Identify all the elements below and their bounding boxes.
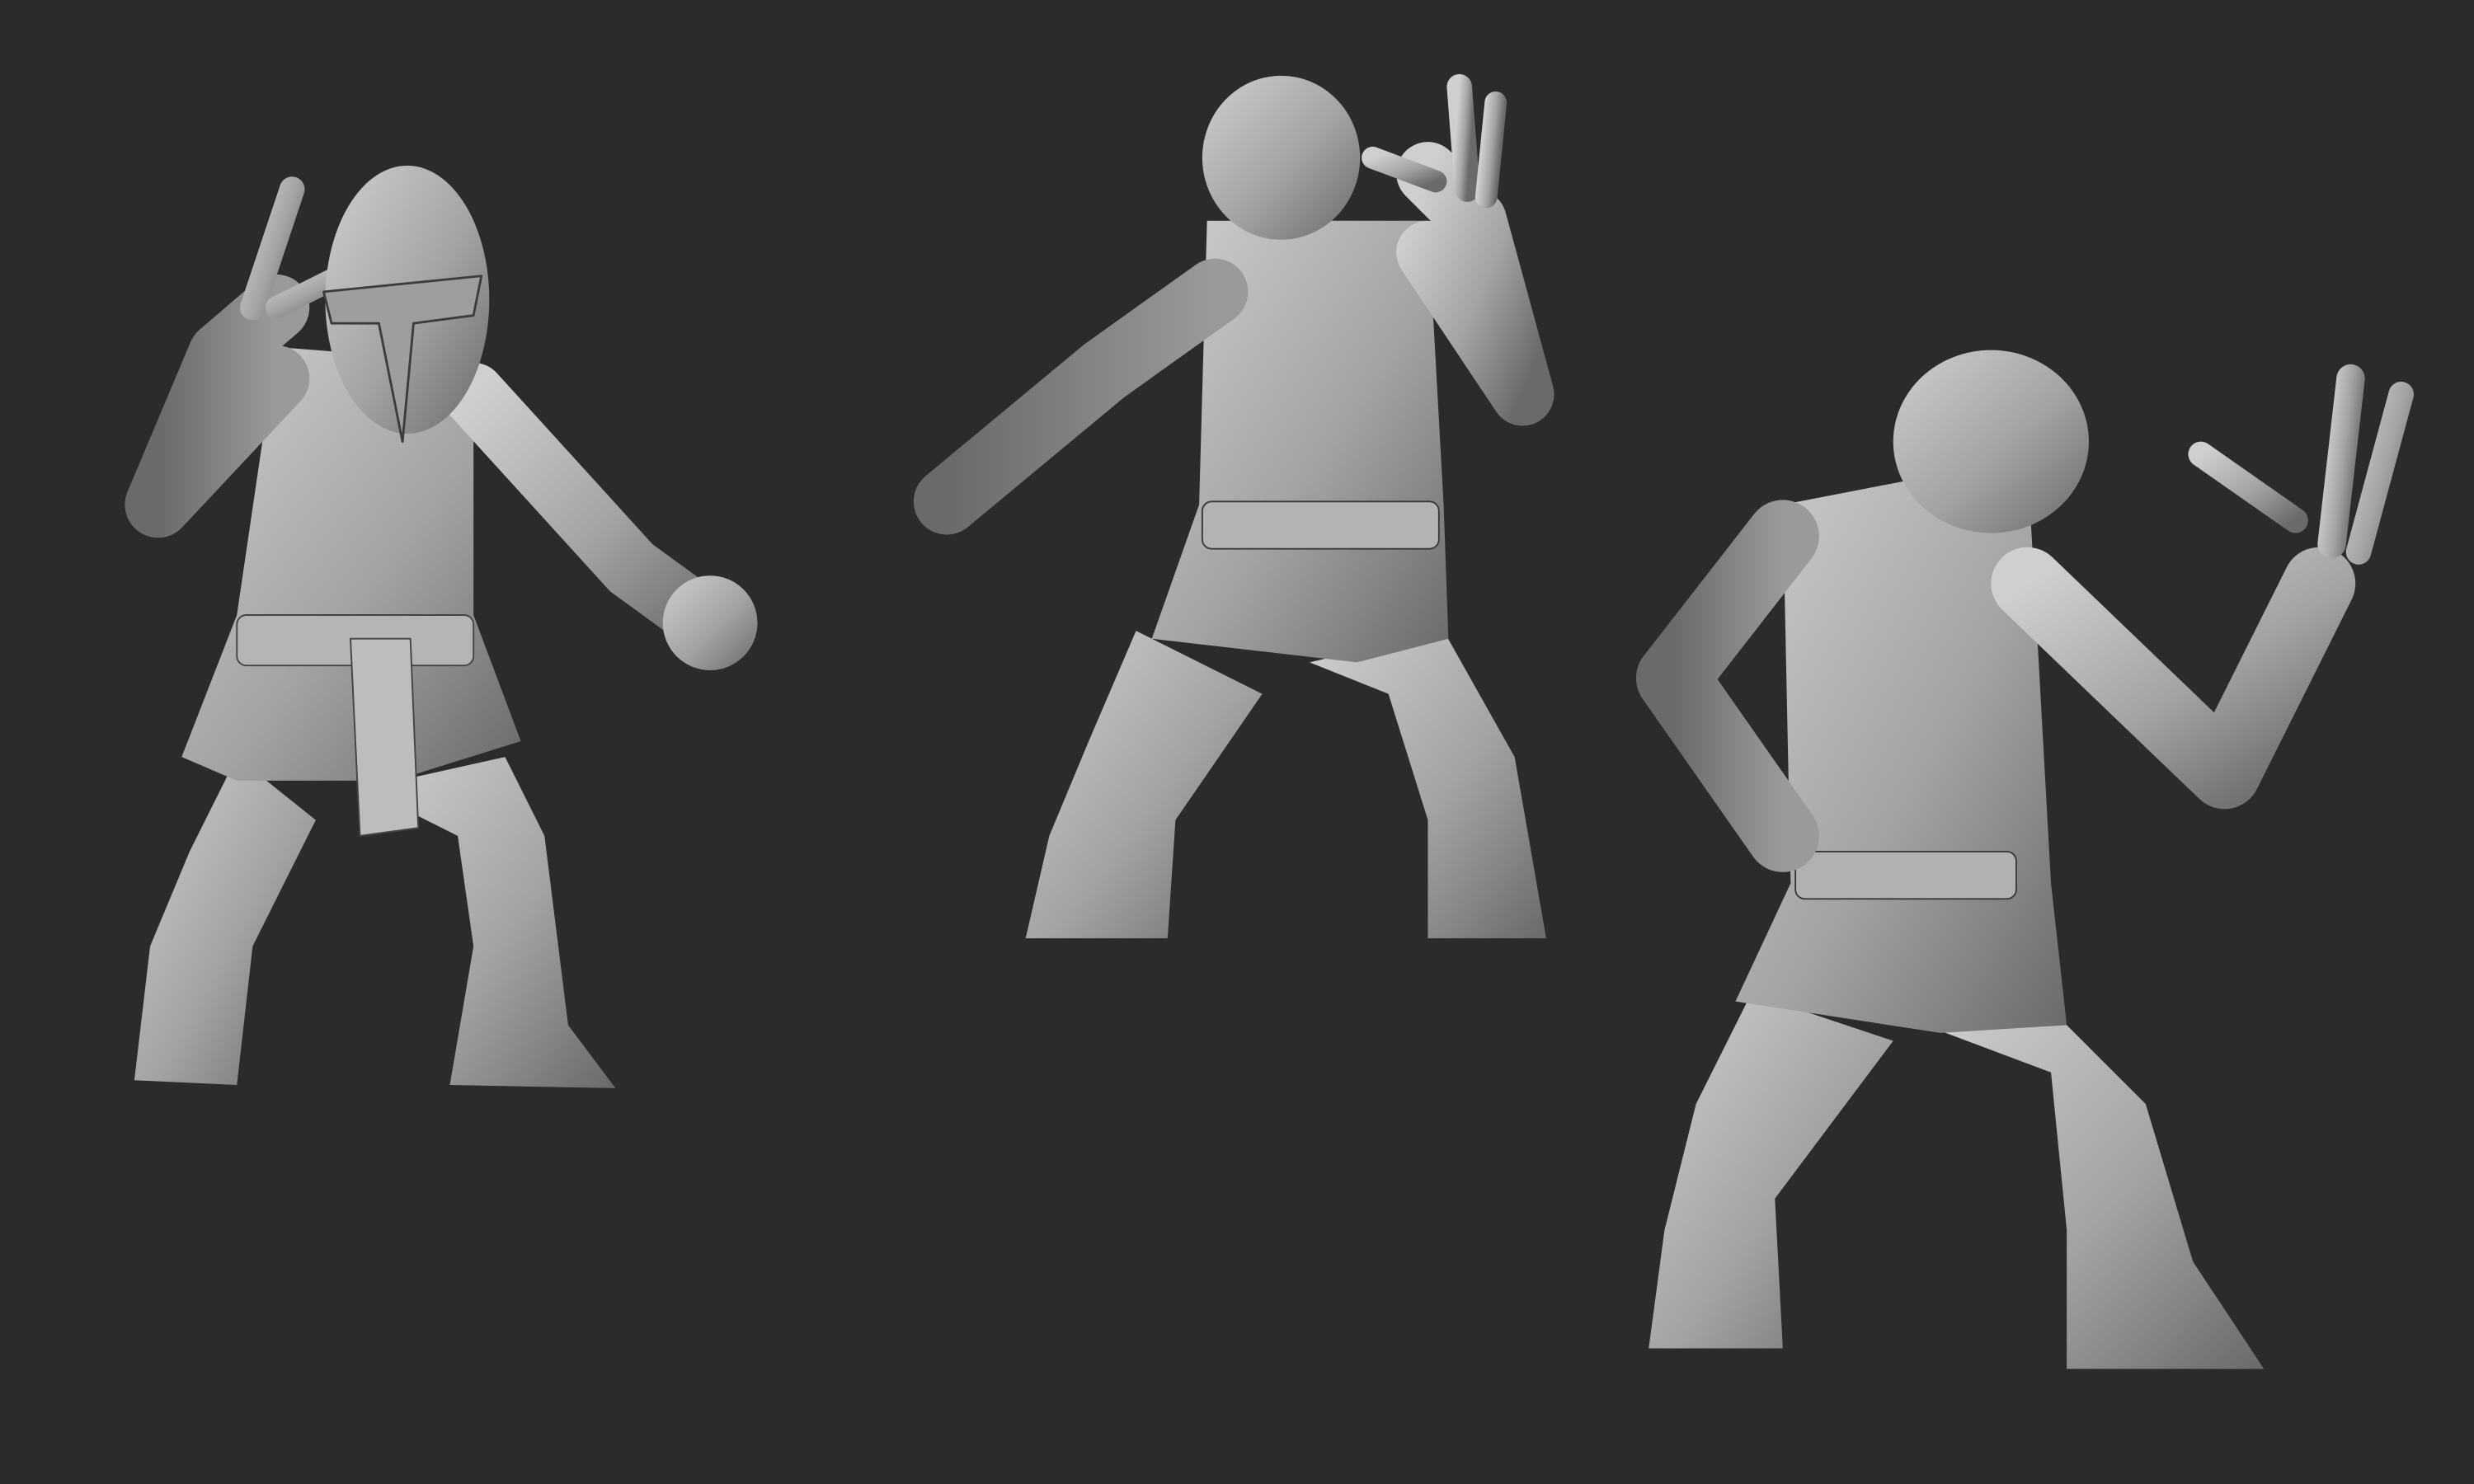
hood-head — [1202, 75, 1361, 240]
left-arm — [913, 258, 1249, 535]
left-arm — [1635, 500, 1819, 872]
right-arm — [1991, 547, 2356, 810]
figure-back-three-quarter-view — [1635, 350, 2414, 1369]
left-leg — [1025, 631, 1263, 939]
right-finger-2 — [1475, 91, 1507, 209]
right-finger-2 — [2345, 381, 2414, 565]
left-leg — [1649, 993, 1893, 1349]
right-fist — [662, 575, 758, 670]
belt — [1794, 850, 2017, 900]
right-finger-1 — [2317, 364, 2365, 559]
left-leg — [134, 757, 316, 1086]
right-leg — [1309, 631, 1546, 939]
right-leg — [1925, 1009, 2265, 1369]
belt-tail — [350, 637, 420, 837]
right-arm — [1396, 142, 1554, 426]
hood-head — [1893, 350, 2089, 533]
right-finger-1 — [1446, 73, 1480, 202]
sculpt-render — [125, 73, 2414, 1369]
render-viewport — [0, 0, 2474, 1484]
figure-front-view — [125, 165, 758, 1088]
belt — [1201, 500, 1440, 550]
figure-back-view — [913, 73, 1554, 939]
right-finger-3 — [2188, 441, 2308, 533]
